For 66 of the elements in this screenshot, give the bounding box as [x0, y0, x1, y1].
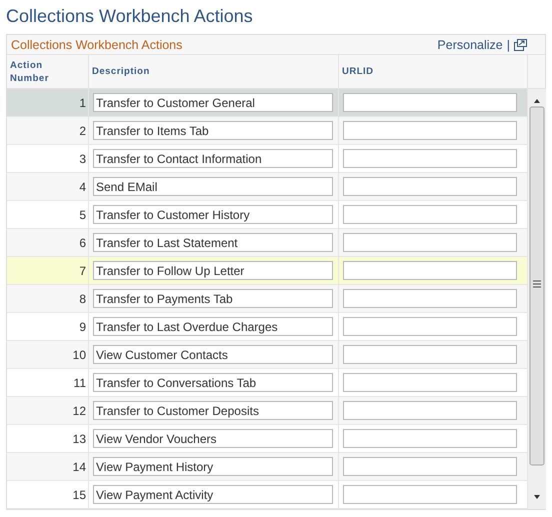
description-field[interactable]: View Customer Contacts [93, 345, 333, 364]
description-field[interactable]: Transfer to Contact Information [93, 149, 333, 168]
description-field[interactable]: Transfer to Payments Tab [93, 289, 333, 308]
action-number: 15 [72, 488, 86, 502]
table-row-cell[interactable]: 3 [7, 145, 89, 173]
table-row-cell[interactable]: 4 [7, 173, 89, 201]
action-number: 14 [72, 460, 86, 474]
urlid-field[interactable] [343, 149, 517, 168]
action-number: 2 [78, 124, 86, 138]
action-number: 3 [78, 152, 86, 166]
description-field[interactable]: Transfer to Last Statement [93, 233, 333, 252]
urlid-field[interactable] [343, 485, 517, 504]
urlid-field[interactable] [343, 93, 517, 112]
description-field[interactable]: Transfer to Customer History [93, 205, 333, 224]
description-field[interactable]: Transfer to Items Tab [93, 121, 333, 140]
description-field[interactable]: View Vendor Vouchers [93, 429, 333, 448]
personalize-link[interactable]: Personalize [437, 38, 503, 52]
action-number: 7 [78, 264, 86, 278]
urlid-field[interactable] [343, 429, 517, 448]
separator: | [506, 38, 510, 52]
action-number: 13 [72, 432, 86, 446]
page-title: Collections Workbench Actions [6, 5, 254, 28]
urlid-field[interactable] [343, 317, 517, 336]
description-field[interactable]: Transfer to Customer General [93, 93, 333, 112]
action-number: 11 [72, 376, 86, 390]
table-row-cell[interactable]: 8 [7, 285, 89, 313]
table-row-cell[interactable]: 11 [7, 369, 89, 397]
urlid-field[interactable] [343, 121, 517, 140]
action-number: 4 [78, 180, 86, 194]
table-row-cell[interactable]: 1 [7, 89, 89, 117]
table-row-cell[interactable]: 7 [7, 257, 89, 285]
table-row-cell[interactable]: 10 [7, 341, 89, 369]
description-field[interactable]: Transfer to Follow Up Letter [93, 261, 333, 280]
new-window-icon[interactable] [514, 38, 527, 50]
table-row-cell[interactable]: 14 [7, 453, 89, 481]
description-field[interactable]: Transfer to Customer Deposits [93, 401, 333, 420]
action-number: 6 [78, 236, 86, 250]
table-row-cell[interactable]: 12 [7, 397, 89, 425]
table-row-cell[interactable]: 6 [7, 229, 89, 257]
urlid-field[interactable] [343, 177, 517, 196]
description-field[interactable]: View Payment Activity [93, 485, 333, 504]
urlid-field[interactable] [343, 373, 517, 392]
action-number: 12 [72, 404, 86, 418]
urlid-field[interactable] [343, 289, 517, 308]
urlid-field[interactable] [343, 205, 517, 224]
urlid-field[interactable] [343, 457, 517, 476]
urlid-field[interactable] [343, 401, 517, 420]
urlid-field[interactable] [343, 345, 517, 364]
urlid-field[interactable] [343, 233, 517, 252]
description-field[interactable]: Transfer to Conversations Tab [93, 373, 333, 392]
action-number: 1 [78, 96, 86, 110]
table-row-cell[interactable]: 2 [7, 117, 89, 145]
action-number: 8 [78, 292, 86, 306]
table-row-cell[interactable]: 15 [7, 481, 89, 509]
action-number: 9 [78, 320, 86, 334]
urlid-field[interactable] [343, 261, 517, 280]
action-number: 5 [78, 208, 86, 222]
scrollbar[interactable] [528, 89, 546, 509]
grid-title: Collections Workbench Actions [11, 38, 184, 52]
table-row-cell[interactable]: 9 [7, 313, 89, 341]
action-number: 10 [72, 348, 86, 362]
description-field[interactable]: View Payment History [93, 457, 333, 476]
description-field[interactable]: Send EMail [93, 177, 333, 196]
table-row-cell[interactable]: 13 [7, 425, 89, 453]
table-row-cell[interactable]: 5 [7, 201, 89, 229]
description-field[interactable]: Transfer to Last Overdue Charges [93, 317, 333, 336]
